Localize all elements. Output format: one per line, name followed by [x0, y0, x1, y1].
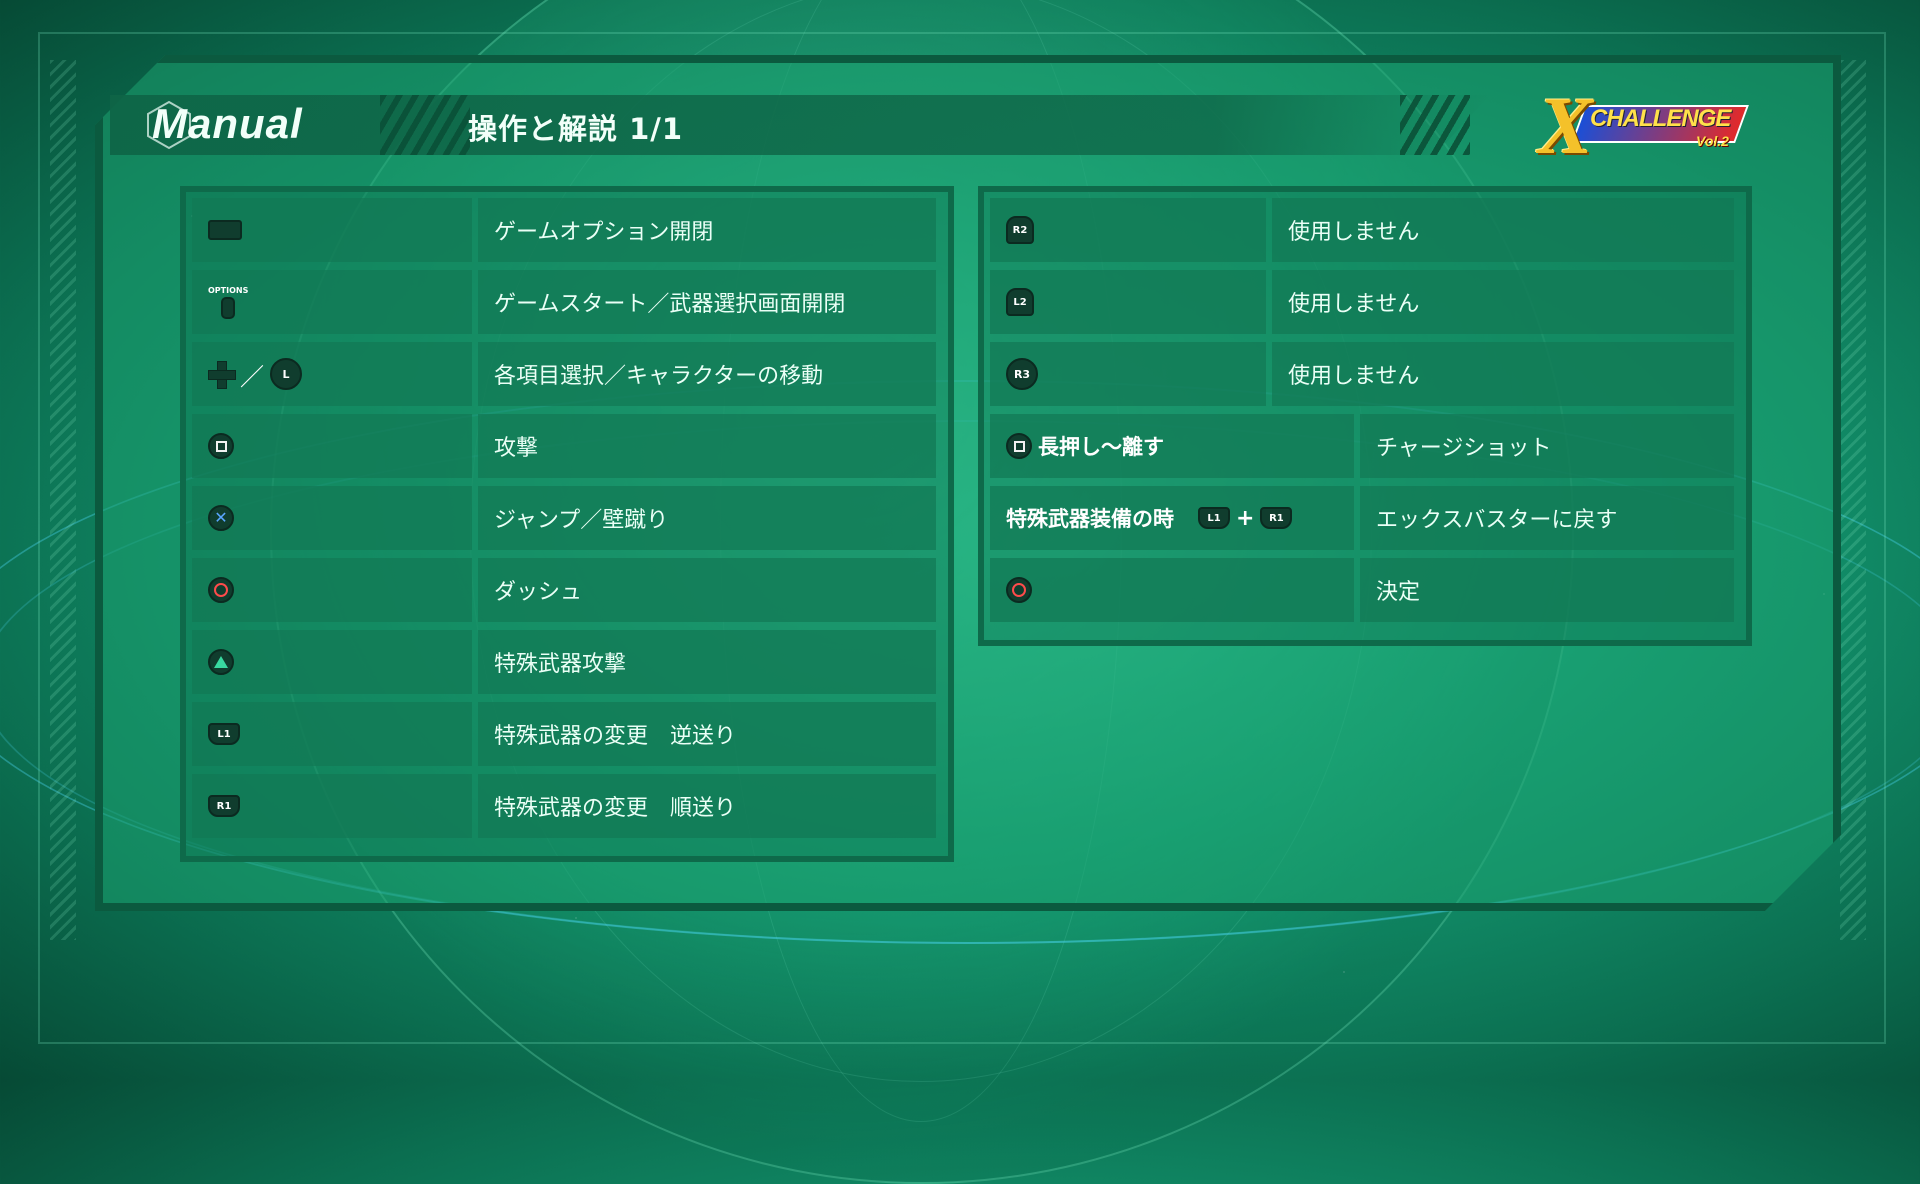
button-cell: L1	[192, 702, 472, 766]
table-row: ゲームオプション開閉	[192, 198, 936, 262]
l2-button-icon: L2	[1006, 288, 1034, 316]
button-cell: R2	[990, 198, 1266, 262]
action-label: ジャンプ／壁蹴り	[478, 486, 936, 550]
button-cell: ／ L	[192, 342, 472, 406]
controls-table-right: R2 使用しません L2 使用しません R3 使用しません 長押し〜離す チャー…	[978, 186, 1752, 646]
options-button-shape	[221, 296, 236, 319]
header-stripes	[1400, 95, 1470, 155]
logo-x: X	[1538, 80, 1593, 171]
table-row: R1 特殊武器の変更 順送り	[192, 774, 936, 838]
action-label: 使用しません	[1272, 198, 1734, 262]
slash-separator: ／	[240, 362, 264, 391]
action-label: 攻撃	[478, 414, 936, 478]
button-cell: R1	[192, 774, 472, 838]
logo-vol: Vol.2	[1696, 133, 1729, 149]
table-row: R2 使用しません	[990, 198, 1734, 262]
button-cell	[192, 630, 472, 694]
game-logo: X CHALLENGE Vol.2	[1538, 80, 1749, 171]
r2-button-icon: R2	[1006, 216, 1034, 244]
touchpad-icon	[208, 220, 242, 240]
logo-challenge: CHALLENGE	[1590, 105, 1731, 132]
r1-button-icon: R1	[208, 795, 240, 817]
action-label: エックスバスターに戻す	[1360, 486, 1734, 550]
left-stick-icon: L	[270, 358, 302, 390]
button-cell: 特殊武器装備の時 L1 + R1	[990, 486, 1354, 550]
options-button-icon: OPTIONS	[208, 286, 248, 319]
action-label: ゲームスタート／武器選択画面開閉	[478, 270, 936, 334]
r1-button-icon: R1	[1260, 507, 1293, 529]
hold-release-label: 長押し〜離す	[1038, 435, 1164, 459]
button-cell: OPTIONS	[192, 270, 472, 334]
condition-label: 特殊武器装備の時	[1006, 507, 1174, 531]
triangle-button-icon	[208, 649, 234, 675]
button-cell: ✕	[192, 486, 472, 550]
controls-table-left: ゲームオプション開閉 OPTIONS ゲームスタート／武器選択画面開閉 ／ L …	[180, 186, 954, 862]
r3-button-icon: R3	[1006, 358, 1038, 390]
table-row: 決定	[990, 558, 1734, 622]
table-row: 長押し〜離す チャージショット	[990, 414, 1734, 478]
table-row: L1 特殊武器の変更 逆送り	[192, 702, 936, 766]
page-title: 操作と解説 1/1	[468, 112, 684, 146]
action-label: 各項目選択／キャラクターの移動	[478, 342, 936, 406]
action-label: 特殊武器攻撃	[478, 630, 936, 694]
button-cell	[192, 198, 472, 262]
action-label: 使用しません	[1272, 270, 1734, 334]
circle-button-icon	[1006, 577, 1032, 603]
action-label: 特殊武器の変更 順送り	[478, 774, 936, 838]
cross-button-icon: ✕	[208, 505, 234, 531]
table-row: L2 使用しません	[990, 270, 1734, 334]
button-cell: R3	[990, 342, 1266, 406]
options-text: OPTIONS	[208, 285, 249, 295]
button-cell	[990, 558, 1354, 622]
action-label: 決定	[1360, 558, 1734, 622]
table-row: 攻撃	[192, 414, 936, 478]
action-label: チャージショット	[1360, 414, 1734, 478]
action-label: 使用しません	[1272, 342, 1734, 406]
l1-button-icon: L1	[1198, 507, 1230, 529]
side-stripe-left	[50, 60, 76, 940]
table-row: ／ L 各項目選択／キャラクターの移動	[192, 342, 936, 406]
button-cell	[192, 414, 472, 478]
action-label: ダッシュ	[478, 558, 936, 622]
square-button-icon	[208, 433, 234, 459]
table-row: OPTIONS ゲームスタート／武器選択画面開閉	[192, 270, 936, 334]
table-row: 特殊武器攻撃	[192, 630, 936, 694]
l1-button-icon: L1	[208, 723, 240, 745]
header-stripes	[380, 95, 470, 155]
side-stripe-right	[1840, 60, 1866, 940]
header-bar	[110, 95, 1490, 155]
table-row: ✕ ジャンプ／壁蹴り	[192, 486, 936, 550]
square-button-icon	[1006, 433, 1032, 459]
table-row: 特殊武器装備の時 L1 + R1 エックスバスターに戻す	[990, 486, 1734, 550]
plus-sign: +	[1236, 505, 1255, 531]
button-cell: L2	[990, 270, 1266, 334]
button-cell: 長押し〜離す	[990, 414, 1354, 478]
table-row: ダッシュ	[192, 558, 936, 622]
table-row: R3 使用しません	[990, 342, 1734, 406]
button-cell	[192, 558, 472, 622]
action-label: 特殊武器の変更 逆送り	[478, 702, 936, 766]
dpad-icon	[208, 361, 236, 389]
action-label: ゲームオプション開閉	[478, 198, 936, 262]
circle-button-icon	[208, 577, 234, 603]
manual-label: Manual	[152, 100, 303, 147]
